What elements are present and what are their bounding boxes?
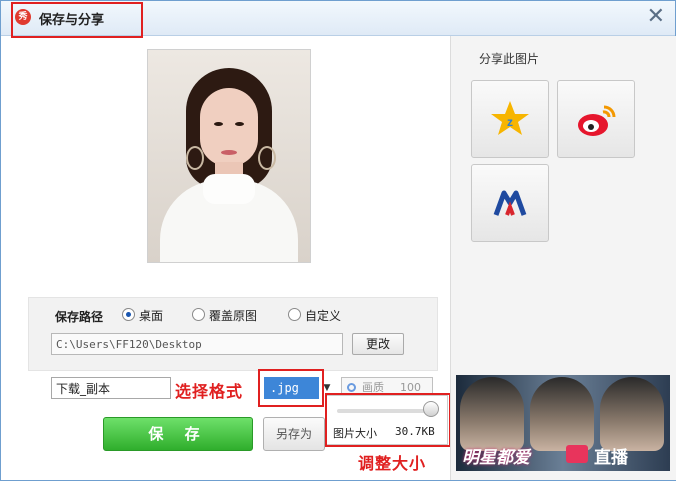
radio-custom-label: 自定义 [305,309,342,323]
image-preview [147,49,311,263]
share-renren-button[interactable] [471,164,549,242]
renren-icon [493,190,527,216]
weibo-icon [578,105,616,136]
quality-icon [347,383,356,392]
save-path-field[interactable]: C:\Users\FF120\Desktop [51,333,343,355]
save-share-dialog: 秀 保存与分享 ✕ 保存路径 桌面 覆盖原图 自定义 C:\Users\FF12… [0,0,676,481]
live-icon [566,445,588,463]
share-title: 分享此图片 [479,52,540,66]
format-highlight-box [258,369,324,407]
svg-text:z: z [507,115,513,129]
save-as-button[interactable]: 另存为 [263,417,325,451]
change-path-button[interactable]: 更改 [352,333,404,355]
ad-portrait-3 [600,377,664,451]
share-weibo-button[interactable] [557,80,635,158]
qzone-star-icon: z [491,101,529,135]
annotation-resize: 调整大小 [358,454,427,473]
filename-input[interactable]: 下载_副本 [51,377,171,399]
title-highlight-box [11,2,143,38]
radio-desktop-label: 桌面 [139,309,164,323]
share-panel: 分享此图片 z 明星都爱 直播 [450,36,676,480]
save-button[interactable]: 保 存 [103,417,253,451]
radio-custom[interactable] [288,308,301,321]
ad-text-left: 明星都爱 [462,448,530,468]
promo-banner[interactable]: 明星都爱 直播 [456,375,670,471]
radio-desktop[interactable] [122,308,135,321]
ad-portrait-2 [530,377,594,451]
annotation-select-format: 选择格式 [175,382,244,401]
save-path-panel: 保存路径 桌面 覆盖原图 自定义 C:\Users\FF120\Desktop … [28,297,438,371]
ad-portrait-1 [460,377,524,451]
save-path-label: 保存路径 [55,310,104,324]
radio-overwrite-label: 覆盖原图 [209,309,258,323]
ad-text-right: 直播 [594,448,628,468]
close-icon[interactable]: ✕ [647,5,665,29]
resize-highlight-box [325,393,451,447]
radio-overwrite[interactable] [192,308,205,321]
share-qzone-button[interactable]: z [471,80,549,158]
